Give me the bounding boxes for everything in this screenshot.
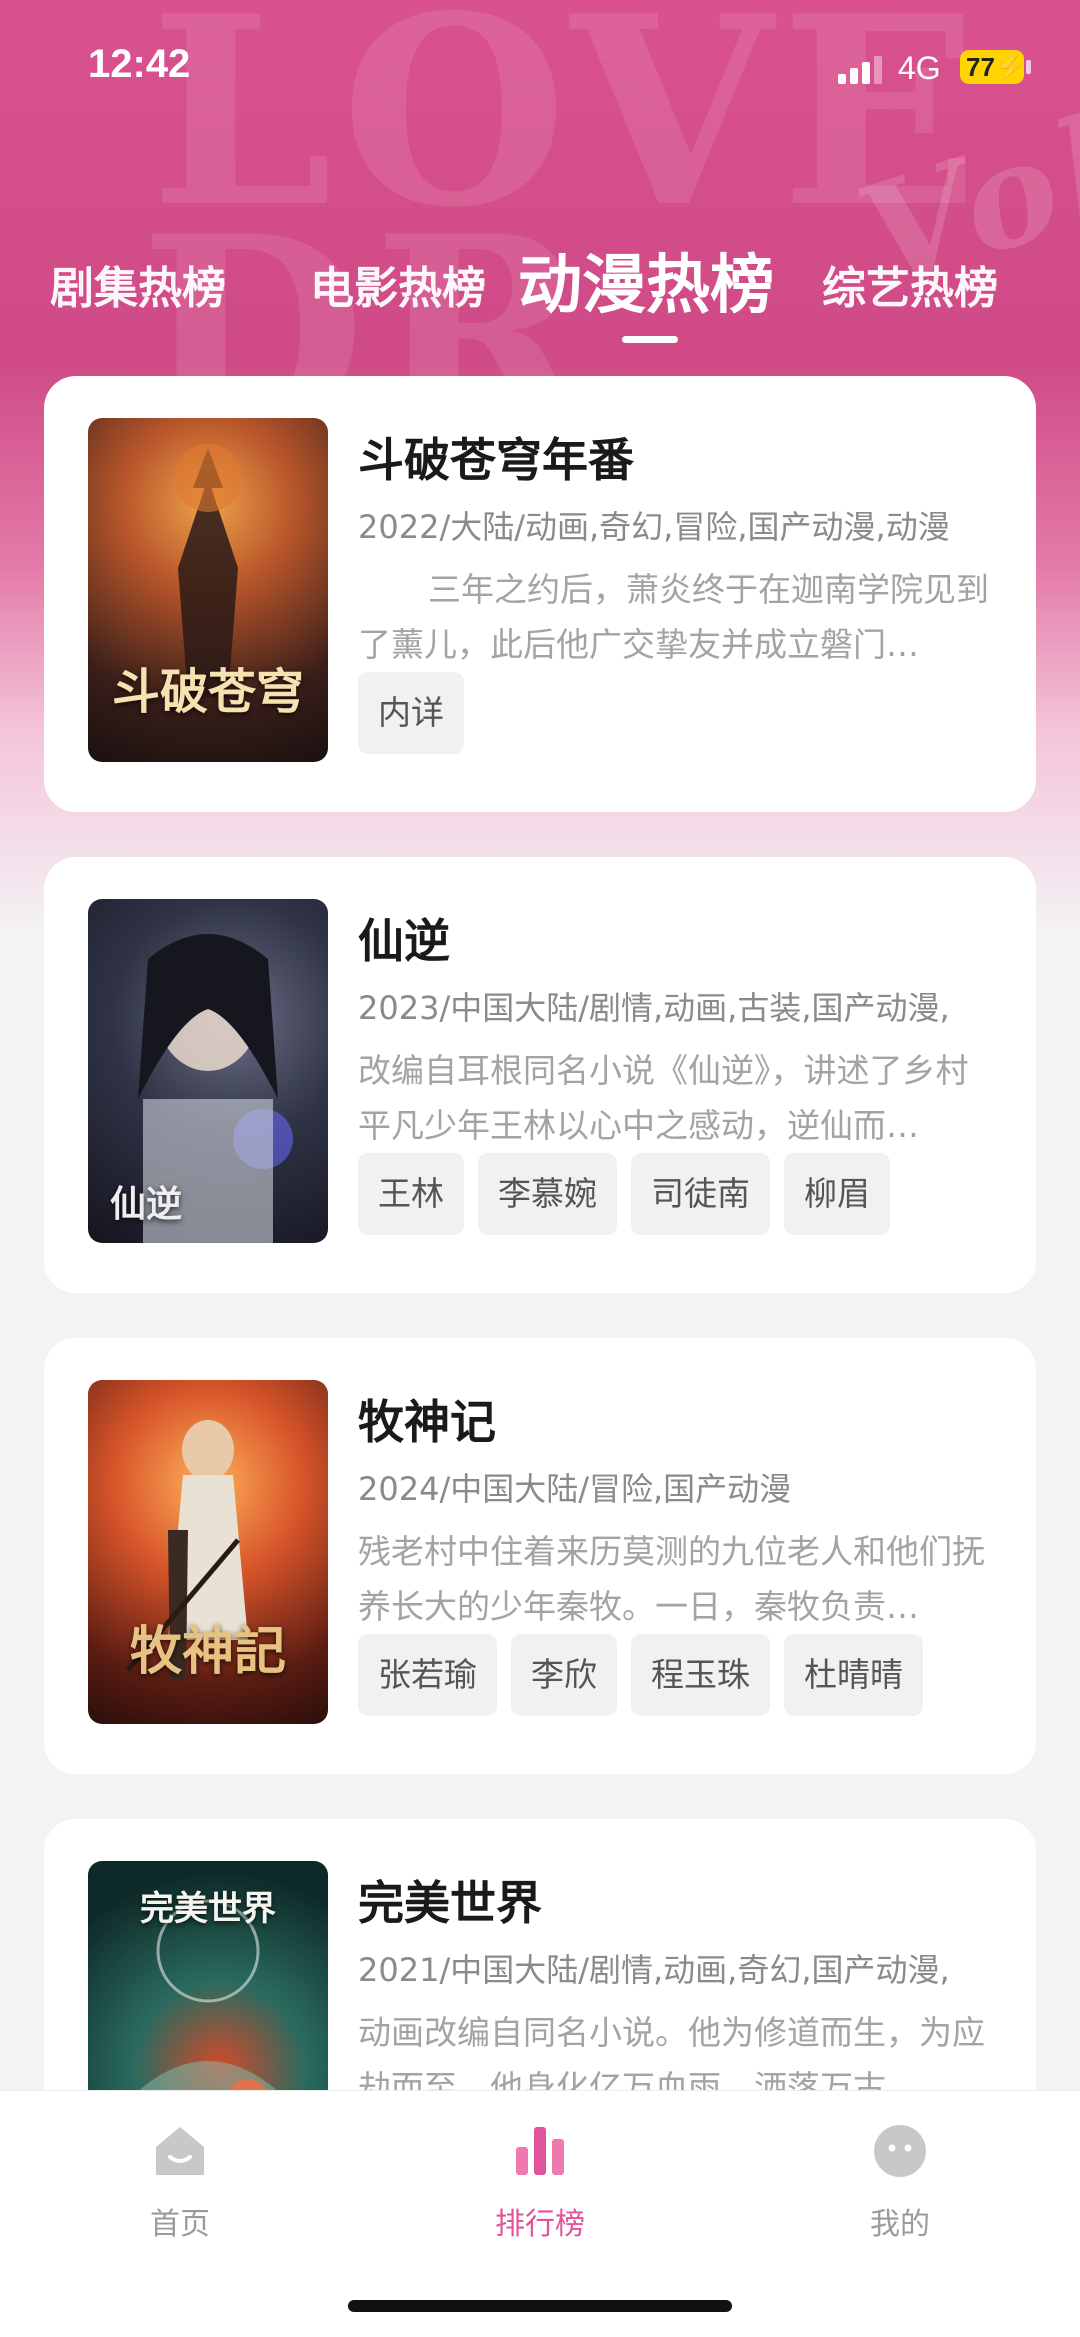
tab-tv-series[interactable]: 剧集热榜 xyxy=(50,252,226,316)
network-type: 4G xyxy=(898,50,941,86)
cast-tag[interactable]: 司徒南 xyxy=(631,1153,770,1235)
item-description: 残老村中住着来历莫测的九位老人和他们抚养长大的少年秦牧。一日，秦牧负责… xyxy=(358,1532,985,1626)
poster-title: 仙逆 xyxy=(110,1183,183,1225)
signal-icon xyxy=(838,56,884,84)
cast-tag[interactable]: 李欣 xyxy=(511,1634,617,1716)
item-description: 三年之约后，萧炎终于在迦南学院见到了薰儿，此后他广交挚友并成立磐门… xyxy=(358,570,989,664)
poster-image[interactable]: 牧神記 xyxy=(88,1380,328,1724)
cast-tag[interactable]: 李慕婉 xyxy=(478,1153,617,1235)
item-title: 牧神记 xyxy=(358,1395,496,1449)
poster-title: 完美世界 xyxy=(140,1889,276,1929)
cast-tag[interactable]: 张若瑜 xyxy=(358,1634,497,1716)
battery-cap xyxy=(1026,60,1031,74)
cast-tag[interactable]: 王林 xyxy=(358,1153,464,1235)
poster-image[interactable]: 斗破苍穹 xyxy=(88,418,328,762)
item-title: 斗破苍穹年番 xyxy=(358,433,634,487)
profile-icon xyxy=(870,2121,930,2181)
cast-tag[interactable]: 柳眉 xyxy=(784,1153,890,1235)
tab-movies[interactable]: 电影热榜 xyxy=(310,252,486,316)
tab-active-indicator xyxy=(622,336,678,343)
item-title: 完美世界 xyxy=(358,1876,542,1930)
poster-image[interactable]: 仙逆 xyxy=(88,899,328,1243)
nav-home[interactable]: 首页 xyxy=(100,2121,260,2243)
tab-variety[interactable]: 综艺热榜 xyxy=(822,252,998,316)
item-description: 改编自耳根同名小说《仙逆》，讲述了乡村平凡少年王林以心中之感动，逆仙而… xyxy=(358,1051,969,1145)
nav-label: 我的 xyxy=(870,2207,930,2242)
home-indicator xyxy=(348,2300,732,2312)
nav-ranking[interactable]: 排行榜 xyxy=(460,2121,620,2243)
item-title: 仙逆 xyxy=(358,914,450,968)
cast-tag[interactable]: 杜晴晴 xyxy=(784,1634,923,1716)
cast-tags: 张若瑜 李欣 程玉珠 杜晴晴 xyxy=(358,1634,923,1716)
cast-tags: 内详 xyxy=(358,672,464,754)
nav-label: 首页 xyxy=(150,2207,210,2242)
nav-profile[interactable]: 我的 xyxy=(820,2121,980,2243)
item-meta: 2023/中国大陆/剧情,动画,古装,国产动漫, xyxy=(358,989,950,1027)
ranking-icon xyxy=(510,2121,570,2181)
poster-title: 牧神記 xyxy=(129,1621,286,1682)
ranking-card[interactable]: 牧神記 牧神记 2024/中国大陆/冒险,国产动漫 残老村中住着来历莫测的九位老… xyxy=(44,1338,1036,1774)
ranking-tabs: 剧集热榜 电影热榜 动漫热榜 综艺热榜 xyxy=(0,230,1080,350)
ranking-card[interactable]: 斗破苍穹 斗破苍穹年番 2022/大陆/动画,奇幻,冒险,国产动漫,动漫 三年之… xyxy=(44,376,1036,812)
tab-anime[interactable]: 动漫热榜 xyxy=(518,234,774,326)
item-meta: 2024/中国大陆/冒险,国产动漫 xyxy=(358,1470,792,1508)
status-time: 12:42 xyxy=(88,42,191,86)
nav-label: 排行榜 xyxy=(495,2207,585,2242)
status-bar: 12:42 4G 77⚡ xyxy=(0,0,1080,130)
cast-tag[interactable]: 内详 xyxy=(358,672,464,754)
battery-icon: 77⚡ xyxy=(960,50,1027,84)
item-meta: 2021/中国大陆/剧情,动画,奇幻,国产动漫, xyxy=(358,1951,950,1989)
ranking-card[interactable]: 仙逆 仙逆 2023/中国大陆/剧情,动画,古装,国产动漫, 改编自耳根同名小说… xyxy=(44,857,1036,1293)
item-meta: 2022/大陆/动画,奇幻,冒险,国产动漫,动漫 xyxy=(358,508,950,546)
home-icon xyxy=(150,2121,210,2181)
poster-title: 斗破苍穹 xyxy=(111,664,304,720)
cast-tags: 王林 李慕婉 司徒南 柳眉 xyxy=(358,1153,890,1235)
cast-tag[interactable]: 程玉珠 xyxy=(631,1634,770,1716)
